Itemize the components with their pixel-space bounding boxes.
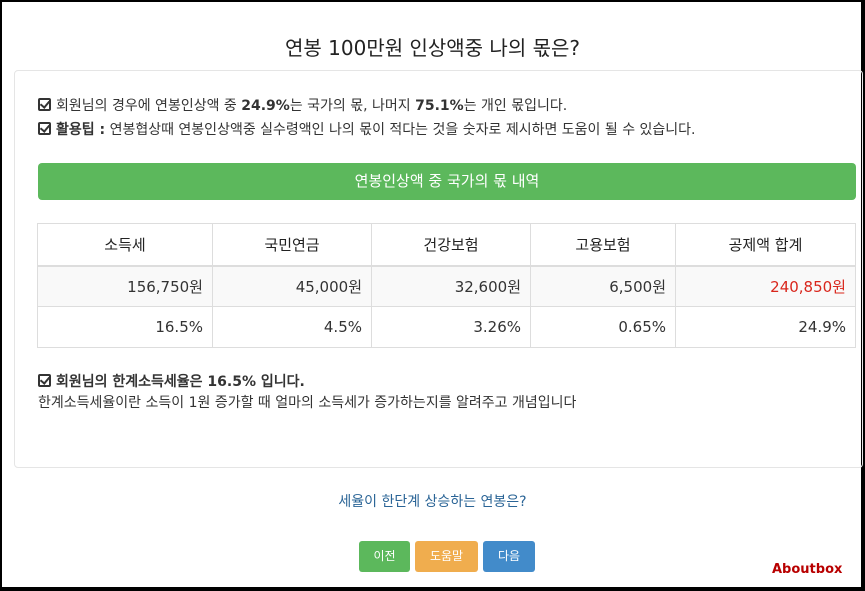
check-square-icon	[38, 122, 51, 135]
col-header-employment: 고용보험	[530, 223, 676, 267]
next-button[interactable]: 다음	[483, 541, 535, 572]
deduction-table: 소득세 국민연금 건강보험 고용보험 공제액 합계 156,750원 45,00…	[37, 223, 856, 348]
marginal-rate-line: 회원님의 한계소득세율은 16.5% 입니다.	[38, 371, 305, 391]
table-row-amounts: 156,750원 45,000원 32,600원 6,500원 240,850원	[37, 265, 856, 307]
window-frame: 연봉 100만원 인상액중 나의 몫은? 회원님의 경우에 연봉인상액 중 24…	[0, 0, 865, 591]
help-button[interactable]: 도움말	[415, 541, 478, 572]
brand-logo: Aboutbox	[772, 562, 843, 577]
rate-cell: 16.5%	[37, 306, 213, 348]
marginal-rate-description: 한계소득세율이란 소득이 1원 증가할 때 얼마의 소득세가 증가하는지를 알려…	[38, 395, 577, 411]
tip-text: 연봉협상때 연봉인상액중 실수령액인 나의 몫이 적다는 것을 숫자로 제시하면…	[105, 122, 696, 138]
summary-text-e: 는 개인 몫입니다.	[463, 98, 568, 114]
tip-line: 활용팁 : 연봉협상때 연봉인상액중 실수령액인 나의 몫이 적다는 것을 숫자…	[38, 119, 696, 139]
summary-text-c: 는 국가의 몫, 나머지	[289, 98, 416, 114]
total-amount-cell: 240,850원	[675, 265, 856, 307]
col-header-total: 공제액 합계	[675, 223, 856, 267]
summary-line: 회원님의 경우에 연봉인상액 중 24.9%는 국가의 몫, 나머지 75.1%…	[38, 95, 567, 115]
state-share-percent: 24.9%	[241, 98, 290, 114]
col-header-income-tax: 소득세	[37, 223, 213, 267]
table-header-row: 소득세 국민연금 건강보험 고용보험 공제액 합계	[37, 223, 856, 267]
summary-text-a: 회원님의 경우에 연봉인상액 중	[56, 98, 242, 114]
col-header-pension: 국민연금	[212, 223, 372, 267]
marginal-rate-heading: 회원님의 한계소득세율은 16.5% 입니다.	[56, 374, 305, 390]
section-header-bar: 연봉인상액 중 국가의 몫 내역	[38, 163, 856, 200]
tip-label: 활용팁 :	[56, 122, 106, 138]
rate-cell: 3.26%	[371, 306, 531, 348]
total-rate-cell: 24.9%	[675, 306, 856, 348]
page-title: 연봉 100만원 인상액중 나의 몫은?	[284, 36, 581, 60]
col-header-health: 건강보험	[371, 223, 531, 267]
amount-cell: 45,000원	[212, 265, 372, 307]
table-row-rates: 16.5% 4.5% 3.26% 0.65% 24.9%	[37, 306, 856, 348]
prev-button[interactable]: 이전	[359, 541, 410, 572]
check-square-icon	[38, 98, 51, 111]
amount-cell: 32,600원	[371, 265, 531, 307]
personal-share-percent: 75.1%	[415, 98, 464, 114]
check-square-icon	[38, 374, 51, 387]
next-bracket-link[interactable]: 세율이 한단계 상승하는 연봉은?	[2, 491, 863, 511]
amount-cell: 156,750원	[37, 265, 213, 307]
rate-cell: 0.65%	[530, 306, 676, 348]
rate-cell: 4.5%	[212, 306, 372, 348]
amount-cell: 6,500원	[530, 265, 676, 307]
